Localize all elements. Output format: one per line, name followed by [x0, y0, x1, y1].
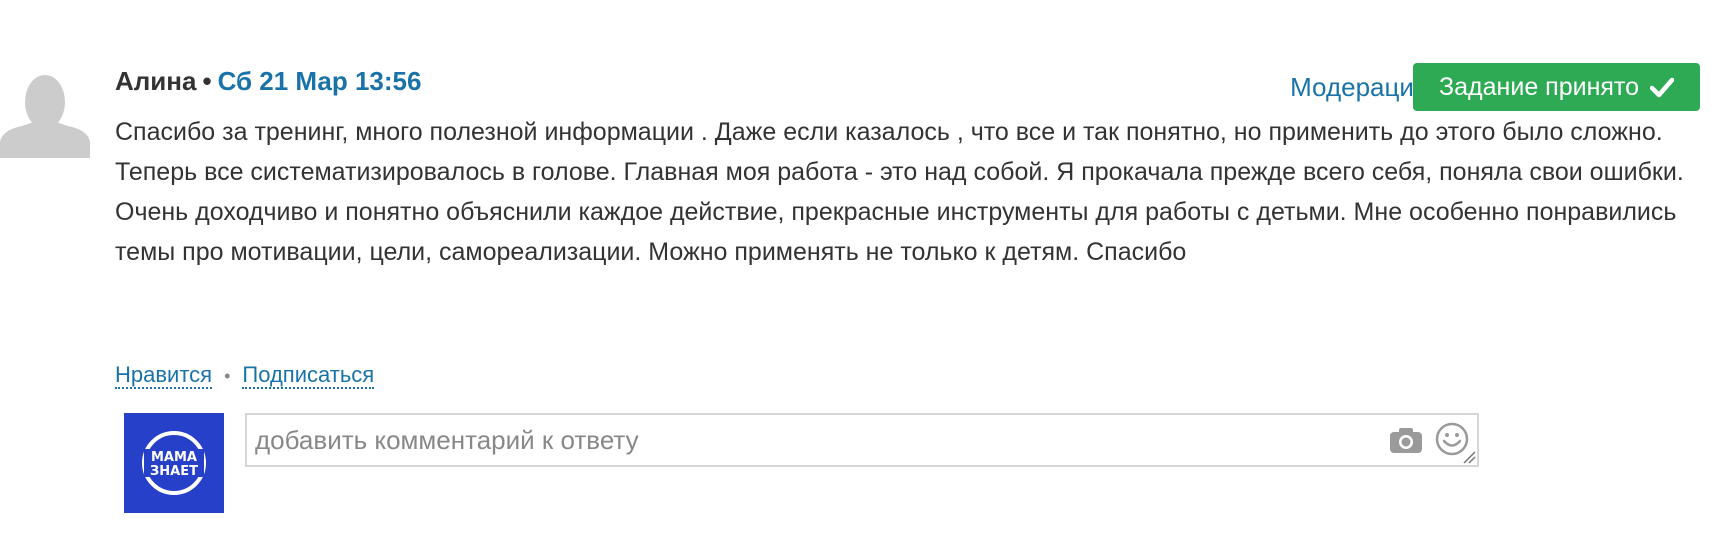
- mama-znaet-logo: МАМА ЗНАЕТ: [124, 413, 224, 513]
- like-link[interactable]: Нравится: [115, 362, 213, 389]
- post-actions: Нравится • Подписаться: [115, 360, 375, 391]
- post-date[interactable]: Сб 21 Мар 13:56: [218, 66, 422, 96]
- comment-placeholder: добавить комментарий к ответу: [255, 425, 639, 455]
- check-icon: [1649, 66, 1675, 114]
- current-user-avatar: МАМА ЗНАЕТ: [124, 413, 224, 513]
- logo-text-bottom: ЗНАЕТ: [150, 464, 198, 479]
- header-separator: •: [202, 66, 212, 96]
- post-header: Алина • Сб 21 Мар 13:56: [115, 64, 421, 98]
- default-user-avatar-icon: [0, 75, 90, 158]
- subscribe-link[interactable]: Подписаться: [242, 362, 375, 389]
- author-name[interactable]: Алина: [115, 66, 196, 96]
- moderation-link[interactable]: Модерация: [1290, 70, 1428, 104]
- task-accepted-button[interactable]: Задание принято: [1413, 63, 1700, 111]
- post-text: Спасибо за тренинг, много полезной инфор…: [115, 118, 1684, 266]
- author-avatar[interactable]: [0, 66, 90, 158]
- logo-text-top: МАМА: [151, 450, 197, 465]
- camera-icon[interactable]: [1389, 425, 1423, 455]
- task-accepted-label: Задание принято: [1439, 73, 1639, 101]
- resize-handle-icon[interactable]: [1462, 450, 1476, 464]
- comment-input[interactable]: добавить комментарий к ответу: [245, 413, 1479, 467]
- actions-separator: •: [224, 366, 231, 386]
